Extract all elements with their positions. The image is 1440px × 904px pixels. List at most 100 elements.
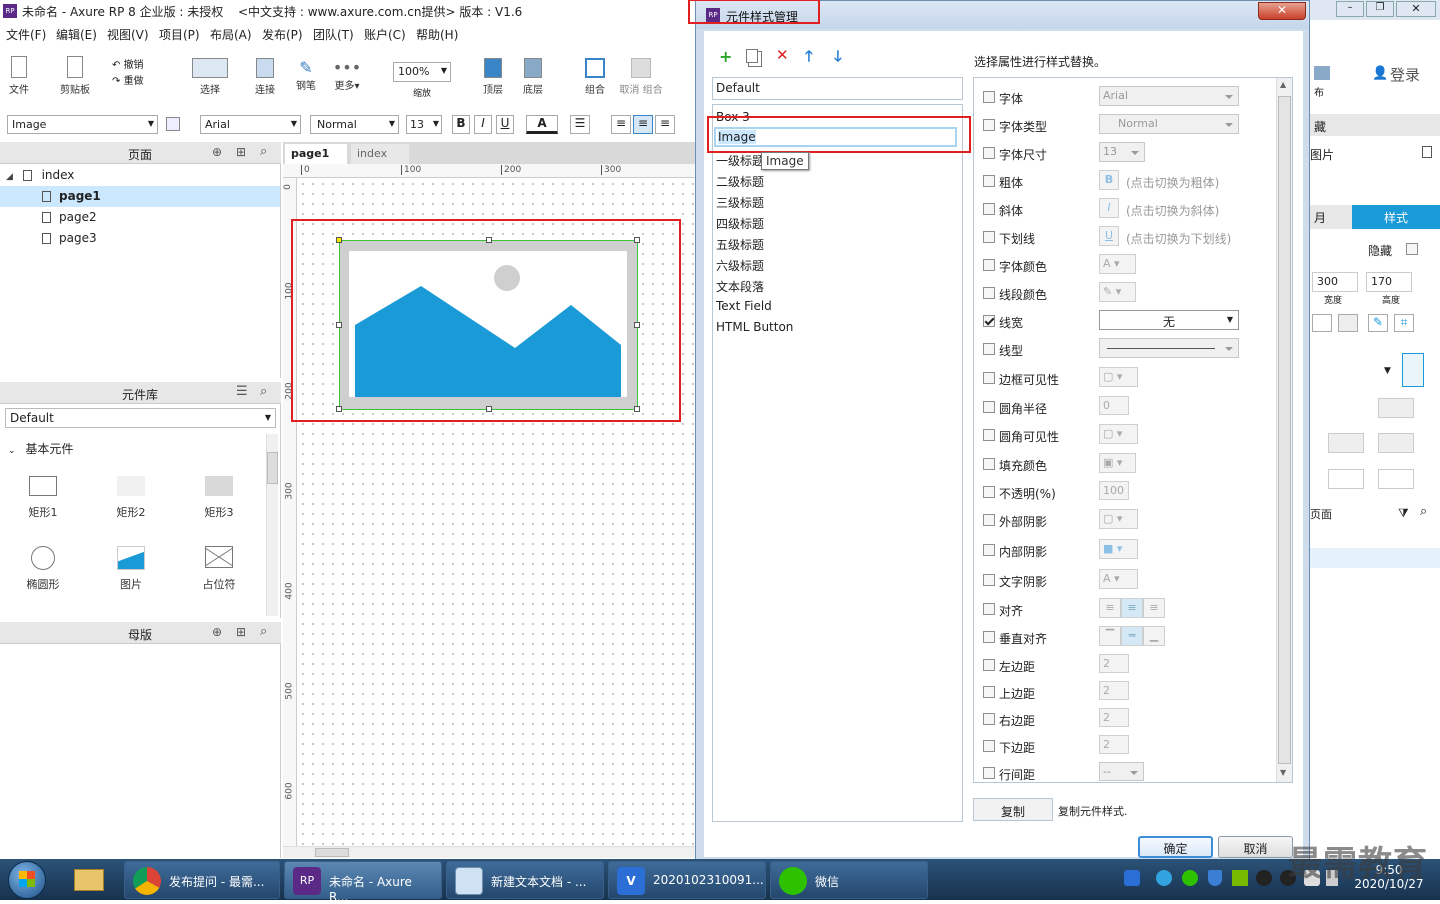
prop-checkbox-line-width[interactable] [983, 315, 995, 327]
library-scrollbar[interactable] [266, 434, 278, 616]
outline-selected-row[interactable] [1308, 548, 1440, 568]
tab-page1[interactable]: page1 × [285, 144, 347, 173]
prop-checkbox-inner-shadow[interactable] [983, 544, 995, 556]
shadow-button[interactable] [1328, 433, 1364, 453]
widget-ellipse[interactable]: 椭圆形 [18, 546, 68, 592]
scroll-down-icon[interactable]: ▼ [1280, 768, 1286, 777]
height-input[interactable]: 170 [1366, 272, 1412, 292]
scroll-thumb[interactable] [1278, 96, 1291, 764]
prop-checkbox-outer-shadow[interactable] [983, 514, 995, 526]
prop-checkbox-font-type[interactable] [983, 119, 995, 131]
menu-layout[interactable]: 布局(A) [210, 26, 252, 43]
prop-checkbox-line-style[interactable] [983, 343, 995, 355]
add-master-icon[interactable]: ⊕ [212, 625, 222, 639]
tab-style[interactable]: 样式 [1352, 205, 1440, 229]
fill-color-picker[interactable]: ▣ ▾ [1099, 453, 1136, 473]
align-right-icon[interactable]: ≡ [655, 115, 675, 134]
undo-button[interactable]: ↶ 撤销 [112, 56, 144, 71]
align-left-icon[interactable]: ≡ [611, 115, 631, 134]
slice-icon[interactable]: ✎ [1368, 314, 1388, 332]
padding-right-input[interactable]: 2 [1099, 708, 1129, 727]
menu-edit[interactable]: 编辑(E) [56, 26, 97, 43]
font-weight-select[interactable]: Normal ▼ [310, 115, 399, 134]
widget-rect1[interactable]: 矩形1 [18, 476, 68, 520]
player-icon[interactable] [1156, 870, 1172, 886]
italic-button[interactable]: I [474, 115, 492, 134]
search-icon[interactable]: ⌕ [1420, 504, 1427, 519]
bullet-list-icon[interactable]: ☰ [570, 115, 590, 134]
move-up-icon[interactable]: 🡑 [805, 46, 813, 71]
align-center-icon[interactable]: ≡ [633, 115, 653, 134]
prop-checkbox-italic[interactable] [983, 203, 995, 215]
style-item[interactable]: 六级标题 [716, 257, 764, 274]
taskbar-item-chrome[interactable]: 发布提问 - 最需... [124, 861, 280, 899]
more-button[interactable]: ••• 更多▾ [330, 58, 364, 92]
prop-checkbox-text-shadow[interactable] [983, 574, 995, 586]
scroll-up-icon[interactable]: ▲ [1280, 80, 1286, 89]
taskbar-item-notepad[interactable]: 新建文本文档 - ... [446, 861, 604, 899]
scroll-thumb[interactable] [267, 452, 278, 484]
line-width-select[interactable]: 无 ▼ [1099, 310, 1239, 330]
menu-file[interactable]: 文件(F) [6, 26, 46, 43]
padding-left-input[interactable]: 2 [1099, 654, 1129, 673]
italic-toggle[interactable]: I [1099, 198, 1119, 218]
page-tree-root[interactable]: ◢ index [6, 168, 74, 182]
page-tree-item-page1[interactable]: page1 [0, 186, 280, 207]
library-group-header[interactable]: ⌄ 基本元件 [8, 440, 73, 457]
valign-top-icon[interactable]: ▔ [1099, 626, 1121, 646]
start-button[interactable] [8, 861, 46, 899]
line-color-button[interactable] [1328, 469, 1364, 489]
add-page-icon[interactable]: ⊕ [212, 145, 222, 159]
copy-button[interactable]: 复制 [973, 798, 1053, 821]
valign-middle-icon[interactable]: ═ [1121, 626, 1143, 646]
close-icon[interactable]: ✕ [1258, 2, 1306, 20]
line-color-picker[interactable]: ✎ ▾ [1099, 282, 1136, 302]
search-icon[interactable]: ⌕ [260, 384, 267, 399]
menu-publish[interactable]: 发布(P) [262, 26, 303, 43]
style-item[interactable]: Text Field [716, 299, 772, 313]
bold-toggle[interactable]: B [1099, 170, 1119, 190]
corner-visibility-picker[interactable]: ▢ ▾ [1099, 424, 1138, 444]
duplicate-style-icon[interactable] [746, 49, 758, 63]
taskbar-item-document[interactable]: V 2020102310091... [608, 861, 766, 899]
style-select[interactable]: Image ▼ [7, 115, 158, 134]
font-family-select[interactable]: Arial [1099, 86, 1239, 106]
style-edit-icon[interactable] [166, 117, 180, 131]
menu-view[interactable]: 视图(V) [107, 26, 149, 43]
style-item[interactable]: 一级标题 [716, 152, 764, 169]
bring-top-button[interactable]: 顶层 [480, 58, 506, 96]
crop-icon[interactable] [1338, 314, 1358, 332]
opacity-input[interactable]: 100 [1099, 481, 1129, 500]
zoom-select[interactable]: 100% ▼ [393, 62, 451, 82]
border-visibility-picker[interactable]: ▢ ▾ [1099, 367, 1138, 387]
widget-rect2[interactable]: 矩形2 [106, 476, 156, 520]
prop-checkbox-border-visibility[interactable] [983, 372, 995, 384]
corner-radius-input[interactable]: 0 [1099, 396, 1129, 415]
prop-checkbox-font-size[interactable] [983, 147, 995, 159]
file-button[interactable]: 文件 [6, 56, 32, 96]
filter-icon[interactable]: ⧩ [1398, 506, 1409, 521]
ime-icon[interactable] [1124, 870, 1140, 886]
style-list-default-box[interactable]: Default [712, 77, 963, 100]
font-color-picker[interactable]: A ▾ [1099, 254, 1136, 274]
text-shadow-picker[interactable]: A ▾ [1099, 569, 1138, 589]
prop-checkbox-padding-right[interactable] [983, 713, 995, 725]
style-item[interactable]: 四级标题 [716, 215, 764, 232]
hidden-checkbox[interactable] [1406, 243, 1418, 255]
style-item[interactable]: 三级标题 [716, 194, 764, 211]
prop-checkbox-align[interactable] [983, 603, 995, 615]
style-edit-icon[interactable] [1402, 353, 1424, 387]
canvas-hscrollbar[interactable] [283, 846, 696, 858]
add-folder-icon[interactable]: ⊞ [236, 625, 246, 639]
connect-button[interactable]: 连接 [252, 58, 278, 96]
group-button[interactable]: 组合 [580, 58, 610, 96]
wechat-tray-icon[interactable] [1182, 870, 1198, 886]
move-down-icon[interactable]: 🡓 [834, 46, 842, 71]
prop-checkbox-line-spacing[interactable] [983, 767, 995, 779]
padding-top-input[interactable]: 2 [1099, 681, 1129, 700]
publish-icon[interactable] [1314, 66, 1330, 80]
taskbar-item-wechat[interactable]: 微信 [770, 861, 928, 899]
add-folder-icon[interactable]: ⊞ [236, 145, 246, 159]
prop-checkbox-fill-color[interactable] [983, 458, 995, 470]
menu-help[interactable]: 帮助(H) [416, 26, 458, 43]
